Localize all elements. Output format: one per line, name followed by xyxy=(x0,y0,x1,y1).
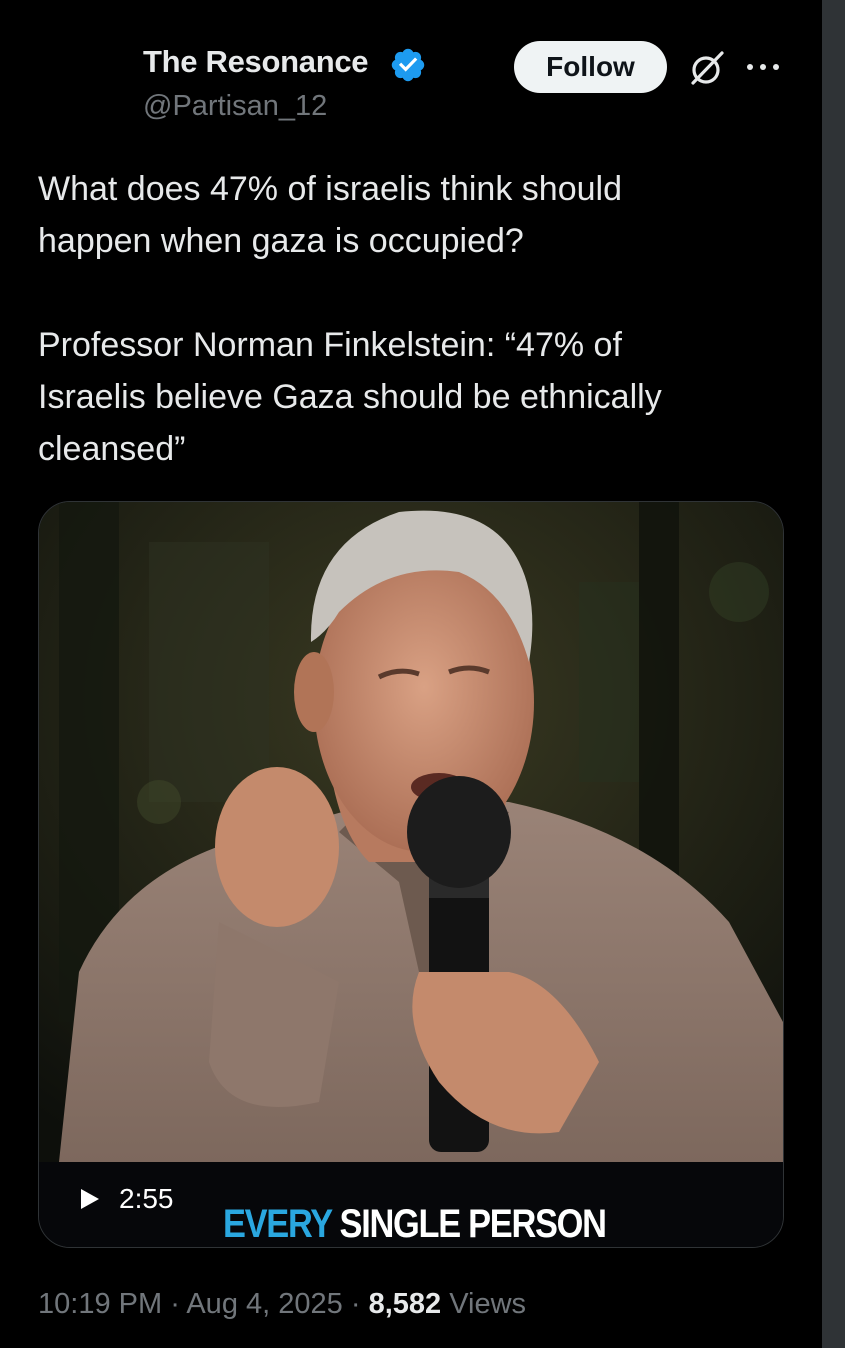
tweet-detail-page: The Resonance @Partisan_12 Follow What d… xyxy=(0,0,845,1348)
author-handle[interactable]: @Partisan_12 xyxy=(143,90,327,123)
video-player[interactable]: 2:55 EVERY SINGLE PERSON xyxy=(38,501,784,1248)
separator-dot: · xyxy=(350,1288,361,1320)
video-duration: 2:55 xyxy=(119,1183,174,1214)
follow-button[interactable]: Follow xyxy=(514,41,667,93)
tweet-metadata: 10:19 PM · Aug 4, 2025 · 8,582 Views xyxy=(38,1288,526,1321)
play-icon[interactable] xyxy=(79,1187,101,1211)
tweet-time[interactable]: 10:19 PM xyxy=(38,1288,162,1320)
views-count[interactable]: 8,582 xyxy=(369,1288,442,1320)
verified-badge-icon xyxy=(391,48,425,82)
tweet-text: What does 47% of israelis think should h… xyxy=(38,163,778,475)
video-duration-badge[interactable]: 2:55 xyxy=(79,1182,174,1216)
grok-icon[interactable] xyxy=(687,48,727,88)
caption-text: SINGLE PERSON xyxy=(339,1202,607,1246)
scrollbar[interactable] xyxy=(822,0,845,1348)
tweet-text-line: cleansed” xyxy=(38,430,186,468)
author-name[interactable]: The Resonance xyxy=(143,44,369,80)
more-icon[interactable] xyxy=(744,60,782,74)
separator-dot: · xyxy=(170,1288,180,1320)
video-thumbnail[interactable] xyxy=(39,502,783,1162)
caption-highlight-word: EVERY xyxy=(223,1202,333,1246)
views-label: Views xyxy=(449,1288,527,1320)
tweet-text-line: Professor Norman Finkelstein: “47% of xyxy=(38,326,622,364)
tweet-text-line: Israelis believe Gaza should be ethnical… xyxy=(38,378,662,416)
tweet-text-line: happen when gaza is occupied? xyxy=(38,222,524,260)
video-caption: EVERY SINGLE PERSON xyxy=(223,1202,607,1247)
tweet-text-line: What does 47% of israelis think should xyxy=(38,170,622,208)
tweet-date[interactable]: Aug 4, 2025 xyxy=(186,1288,342,1320)
